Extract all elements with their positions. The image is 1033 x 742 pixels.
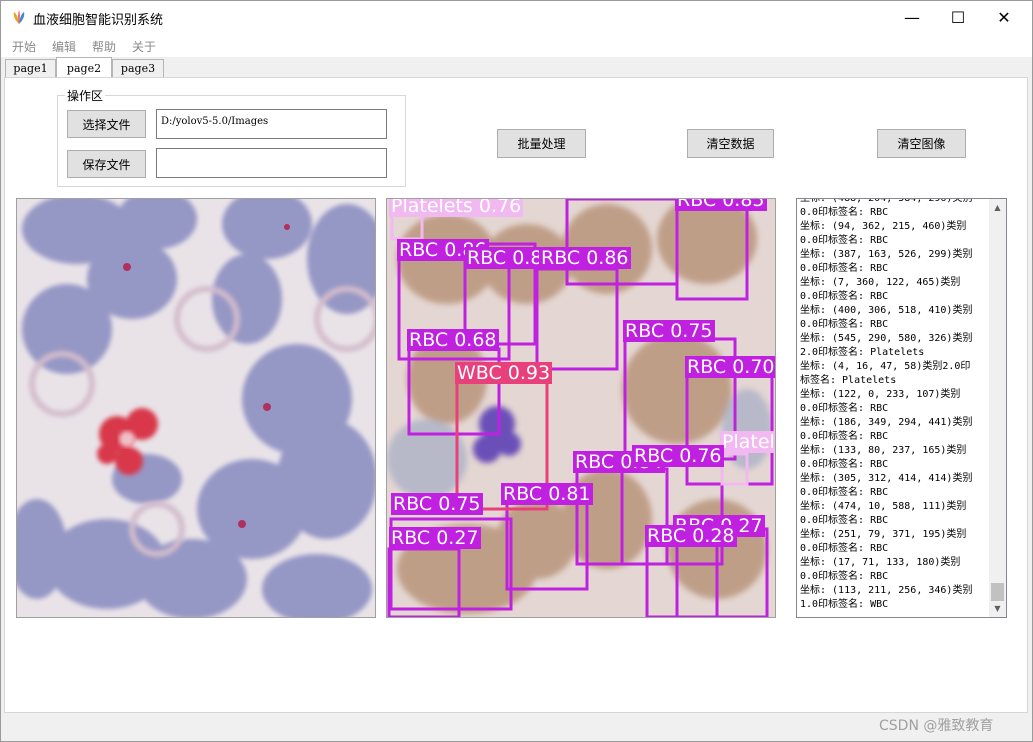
- log-line: 0.0印标签名: RBC: [800, 235, 889, 246]
- log-line: 坐标: (387, 163, 526, 299)类别: [800, 249, 973, 260]
- result-log-content: 坐标: (488, 204, 584, 296)类别 0.0印标签名: RBC 坐标…: [800, 198, 988, 612]
- log-line: 坐标: (545, 290, 580, 326)类别: [800, 333, 973, 344]
- scroll-down-icon[interactable]: ▼: [989, 600, 1006, 617]
- detection-label: RBC 0.81: [501, 483, 593, 505]
- minimize-button[interactable]: —: [889, 1, 935, 33]
- detection-label: RBC 0.8: [465, 247, 545, 269]
- log-line: 坐标: (133, 80, 237, 165)类别: [800, 445, 967, 456]
- watermark-text: CSDN @雅致教育: [879, 718, 994, 734]
- log-line: 坐标: (113, 211, 256, 346)类别: [800, 585, 973, 596]
- log-line: 0.0印标签名: RBC: [800, 431, 889, 442]
- detection-label: RBC 0.27: [389, 527, 481, 549]
- flower-logo-icon: [13, 10, 25, 24]
- close-icon: ✕: [997, 7, 1011, 27]
- detection-label: RBC 0.85: [675, 199, 767, 211]
- tab-page2[interactable]: page2: [56, 57, 112, 78]
- maximize-icon: ☐: [950, 7, 966, 27]
- clear-data-button[interactable]: 清空数据: [687, 129, 774, 158]
- log-line: 0.0印标签名: RBC: [800, 459, 889, 470]
- log-line: 坐标: (4, 16, 47, 58)类别2.0印: [800, 361, 971, 372]
- detection-label: RBC 0.28: [645, 525, 737, 547]
- save-path-field[interactable]: [156, 148, 387, 178]
- menu-about[interactable]: 关于: [132, 38, 156, 55]
- log-line: 0.0印标签名: RBC: [800, 515, 889, 526]
- log-line: 坐标: (94, 362, 215, 460)类别: [800, 221, 967, 232]
- log-line: 0.0印标签名: RBC: [800, 403, 889, 414]
- log-line: 标签名: Platelets: [800, 375, 897, 386]
- log-line: 坐标: (17, 71, 133, 180)类别: [800, 557, 961, 568]
- select-file-button[interactable]: 选择文件: [67, 110, 146, 138]
- detection-label: RBC 0.75: [623, 320, 715, 342]
- log-line: 0.0印标签名: RBC: [800, 543, 889, 554]
- clear-image-button[interactable]: 清空图像: [877, 129, 966, 158]
- minimize-icon: —: [904, 7, 920, 27]
- status-bar: [1, 713, 1032, 740]
- scroll-up-icon[interactable]: ▲: [989, 199, 1006, 216]
- menu-edit[interactable]: 编辑: [52, 38, 76, 55]
- log-scrollbar[interactable]: ▲ ▼: [989, 199, 1006, 617]
- log-line: 2.0印标签名: Platelets: [800, 347, 925, 358]
- log-line: 0.0印标签名: RBC: [800, 263, 889, 274]
- detection-label: Platelets 0.76: [389, 199, 524, 217]
- log-line: 坐标: (251, 79, 371, 195)类别: [800, 529, 967, 540]
- original-image-view: [16, 198, 376, 618]
- tab-page3[interactable]: page3: [112, 59, 164, 77]
- menu-help[interactable]: 帮助: [92, 38, 116, 55]
- detection-label: WBC 0.93: [455, 362, 553, 384]
- log-line: 0.0印标签名: RBC: [800, 571, 889, 582]
- scroll-thumb[interactable]: [991, 583, 1004, 601]
- detection-label: RBC 0.75: [391, 493, 483, 515]
- maximize-button[interactable]: ☐: [935, 1, 981, 33]
- detection-label: Platelets: [720, 431, 775, 453]
- close-window-button[interactable]: ✕: [981, 1, 1027, 33]
- log-line: 坐标: (305, 312, 414, 414)类别: [800, 473, 973, 484]
- log-line: 1.0印标签名: WBC: [800, 599, 889, 610]
- log-line: 坐标: (186, 349, 294, 441)类别: [800, 417, 973, 428]
- log-line: 坐标: (122, 0, 233, 107)类别: [800, 389, 961, 400]
- log-line: 坐标: (7, 360, 122, 465)类别: [800, 277, 961, 288]
- detection-result-view: Platelets 0.76 RBC 0.86 RBC 0.8 RBC 0.86…: [386, 198, 776, 618]
- save-file-button[interactable]: 保存文件: [67, 150, 146, 178]
- menu-start[interactable]: 开始: [12, 38, 36, 55]
- detection-label: RBC 0.70: [685, 356, 775, 378]
- tab-page1[interactable]: page1: [5, 59, 56, 77]
- log-line: 0.0印标签名: RBC: [800, 487, 889, 498]
- detection-label: RBC 0.86: [539, 247, 631, 269]
- log-line: 坐标: (400, 306, 518, 410)类别: [800, 305, 973, 316]
- operation-group-title: 操作区: [65, 87, 106, 104]
- batch-process-button[interactable]: 批量处理: [497, 129, 586, 158]
- log-line: 0.0印标签名: RBC: [800, 291, 889, 302]
- detection-label: RBC 0.68: [407, 329, 499, 351]
- result-log-textbox[interactable]: 坐标: (488, 204, 584, 296)类别 0.0印标签名: RBC 坐标…: [796, 198, 1007, 618]
- log-line: 坐标: (474, 10, 588, 111)类别: [800, 501, 967, 512]
- log-line: 坐标: (488, 204, 584, 296)类别: [800, 198, 973, 204]
- window-title: 血液细胞智能识别系统: [33, 13, 164, 28]
- file-path-field[interactable]: D:/yolov5-5.0/Images: [156, 109, 387, 139]
- log-line: 0.0印标签名: RBC: [800, 207, 889, 218]
- log-line: 0.0印标签名: RBC: [800, 319, 889, 330]
- blood-smear-image: [17, 199, 375, 617]
- detection-label: RBC 0.76: [632, 445, 724, 467]
